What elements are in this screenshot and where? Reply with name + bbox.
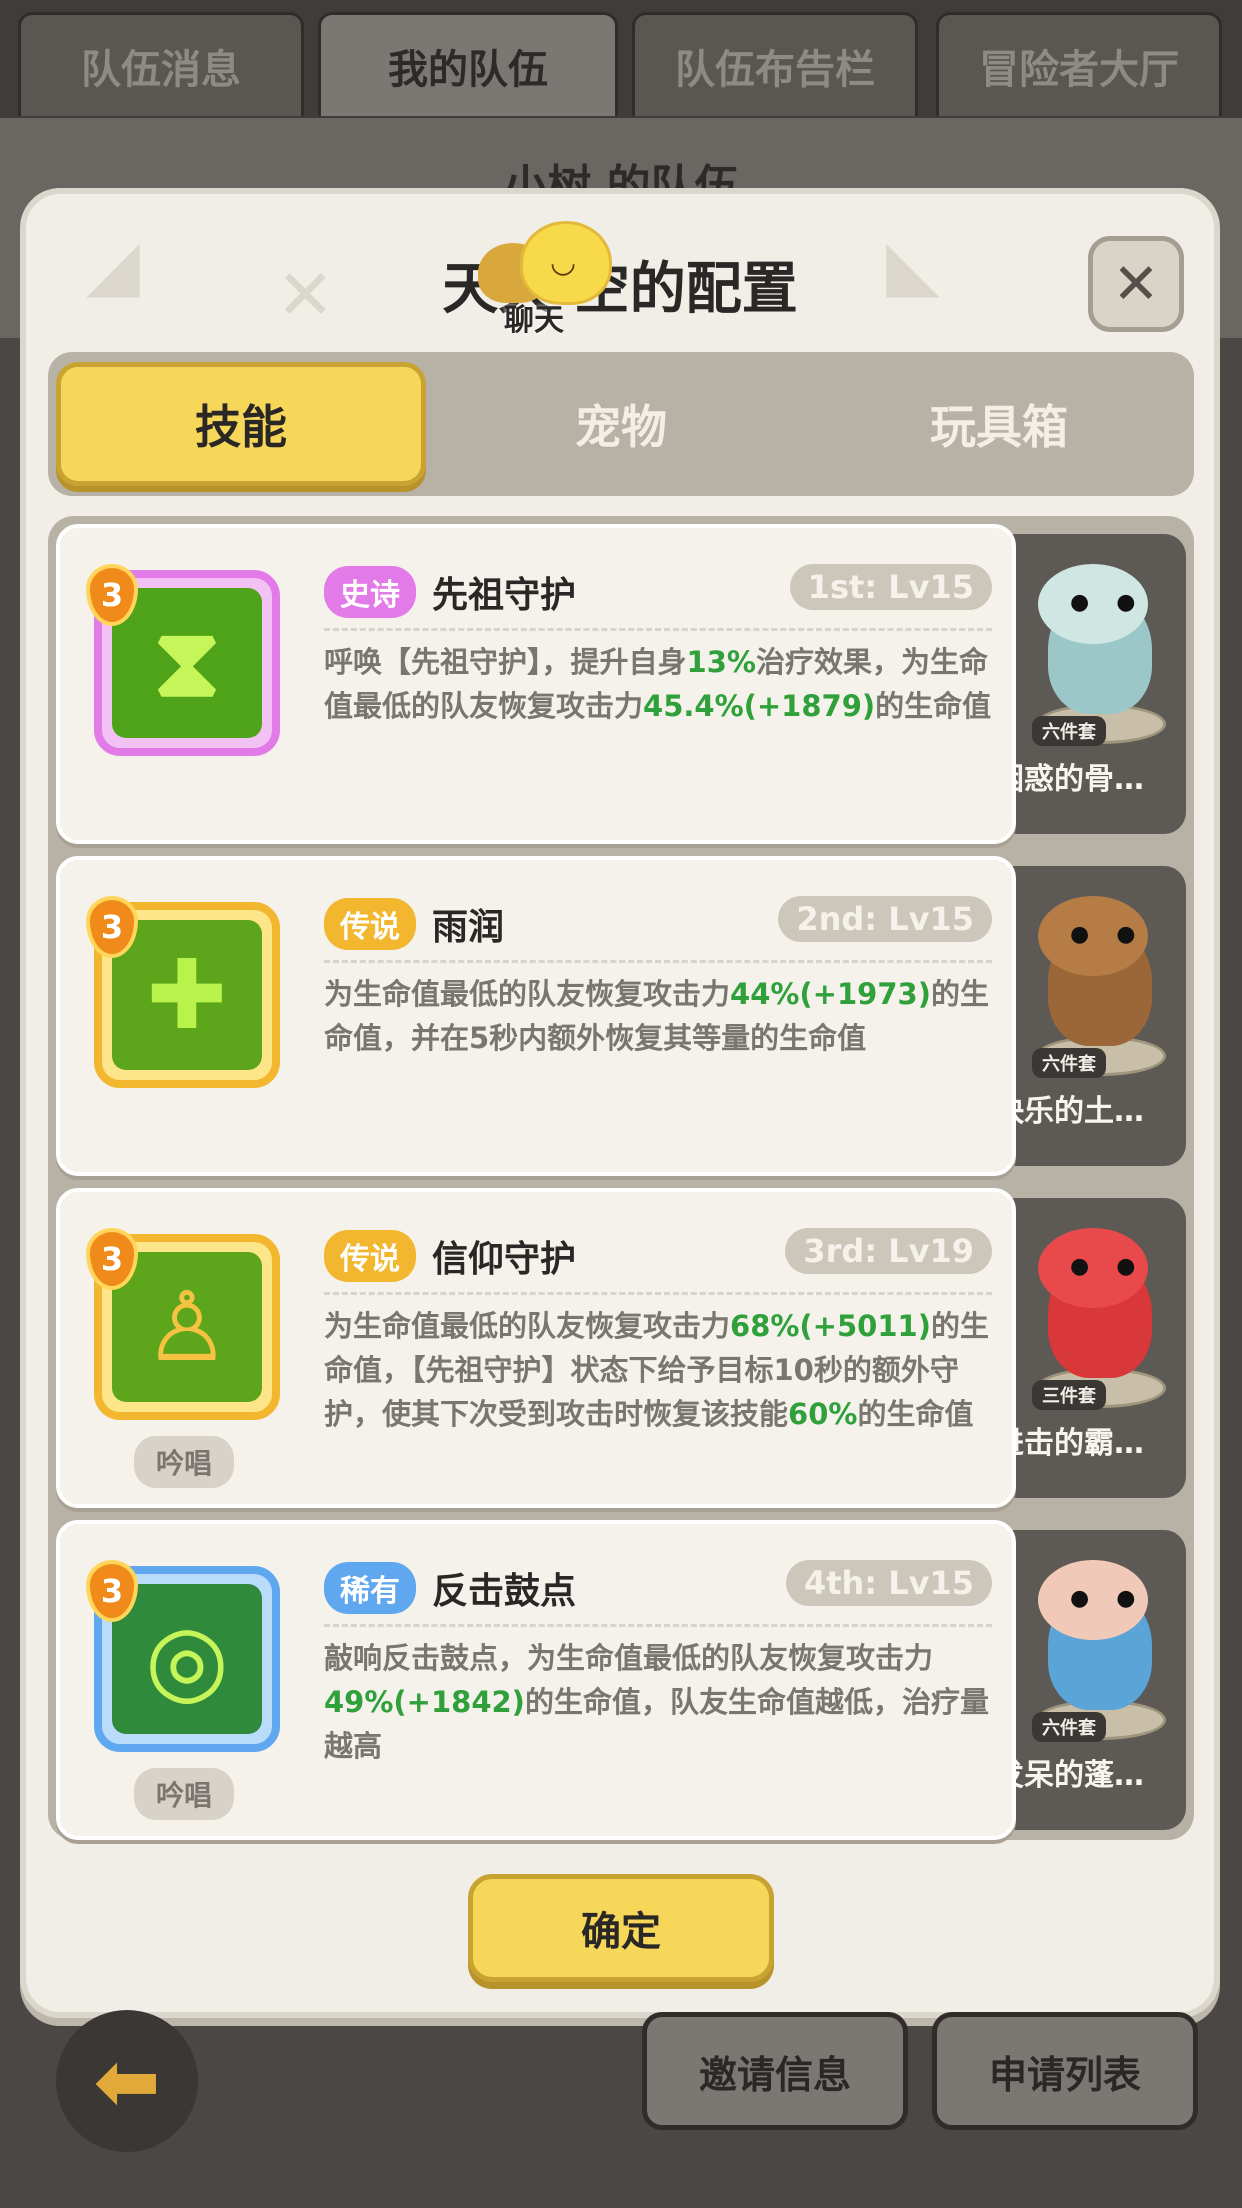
rarity-badge: 稀有	[324, 1562, 416, 1614]
back-arrow-icon: ⬅	[93, 2034, 161, 2128]
pet-eyes: ● ●	[1070, 1254, 1146, 1279]
pet-set-badge: 六件套	[1032, 716, 1106, 746]
tab-pets[interactable]: 宠物	[436, 362, 806, 486]
skill-name: 反击鼓点	[432, 1571, 577, 1612]
skill-row: ● ● 六件套 困惑的骨… ⧗ 3 史诗 先祖守护 1st: Lv15 呼唤【先…	[56, 524, 1186, 844]
back-button[interactable]: ⬅	[56, 2010, 198, 2152]
pet-name: 困惑的骨…	[994, 762, 1144, 797]
skill-description: 敲响反击鼓点，为生命值最低的队友恢复攻击力49%(+1842)的生命值，队友生命…	[324, 1641, 989, 1763]
pet-eyes: ● ●	[1070, 1586, 1146, 1611]
skill-row: ● ● 六件套 快乐的土… ✚ 3 传说 雨润 2nd: Lv15 为生命值最低…	[56, 856, 1186, 1176]
skill-list[interactable]: ● ● 六件套 困惑的骨… ⧗ 3 史诗 先祖守护 1st: Lv15 呼唤【先…	[48, 516, 1194, 1840]
top-tab-bar: 队伍消息 我的队伍 队伍布告栏 冒险者大厅	[0, 0, 1242, 118]
pet-eyes: ● ●	[1070, 922, 1146, 947]
tab-skills[interactable]: 技能	[56, 362, 426, 486]
chant-tag: 吟唱	[134, 1768, 235, 1820]
pet-slot[interactable]: ● ● 六件套 快乐的土…	[986, 866, 1186, 1166]
skill-name: 雨润	[432, 907, 505, 948]
skill-description: 为生命值最低的队友恢复攻击力44%(+1973)的生命值，并在5秒内额外恢复其等…	[324, 977, 989, 1055]
pet-name: 进击的霸…	[994, 1426, 1144, 1461]
divider	[324, 1292, 992, 1295]
skill-rank: 1st: Lv15	[789, 564, 992, 610]
divider	[324, 960, 992, 963]
rarity-badge: 传说	[324, 898, 416, 950]
pet-eyes: ● ●	[1070, 590, 1146, 615]
rarity-badge: 传说	[324, 1230, 416, 1282]
tab-team-board[interactable]: 队伍布告栏	[632, 12, 918, 116]
pet-name: 发呆的蓬…	[994, 1758, 1144, 1793]
skill-description: 为生命值最低的队友恢复攻击力68%(+5011)的生命值，【先祖守护】状态下给予…	[324, 1309, 989, 1431]
tab-toybox[interactable]: 玩具箱	[814, 362, 1184, 486]
skill-card[interactable]: ✚ 3 传说 雨润 2nd: Lv15 为生命值最低的队友恢复攻击力44%(+1…	[56, 856, 1016, 1176]
chant-tag: 吟唱	[134, 1436, 235, 1488]
drum-beat-icon: ◎	[112, 1584, 262, 1734]
category-tab-bar: 技能 宠物 玩具箱	[48, 352, 1194, 496]
pet-figure-dragon: ● ●	[1008, 554, 1166, 744]
pet-figure-monkey: ● ●	[1008, 886, 1166, 1076]
heal-cross-icon: ✚	[112, 920, 262, 1070]
divider	[324, 1624, 992, 1627]
skill-row: ● ● 三件套 进击的霸… ♙ 3 吟唱 传说 信仰守护 3rd: Lv19 为…	[56, 1188, 1186, 1508]
pet-name: 快乐的土…	[994, 1094, 1144, 1129]
faith-guard-icon: ♙	[112, 1252, 262, 1402]
tab-my-team[interactable]: 我的队伍	[318, 12, 618, 116]
skill-card[interactable]: ◎ 3 吟唱 稀有 反击鼓点 4th: Lv15 敲响反击鼓点，为生命值最低的队…	[56, 1520, 1016, 1840]
pet-figure-red-dino: ● ●	[1008, 1218, 1166, 1408]
close-icon: ✕	[1112, 251, 1160, 317]
skill-rank: 3rd: Lv19	[785, 1228, 992, 1274]
skill-rank: 2nd: Lv15	[778, 896, 992, 942]
tab-team-messages[interactable]: 队伍消息	[18, 12, 304, 116]
pet-slot[interactable]: ● ● 六件套 困惑的骨…	[986, 534, 1186, 834]
pet-slot[interactable]: ● ● 三件套 进击的霸…	[986, 1198, 1186, 1498]
skill-row: ● ● 六件套 发呆的蓬… ◎ 3 吟唱 稀有 反击鼓点 4th: Lv15 敲…	[56, 1520, 1186, 1840]
chat-button[interactable]: ◡ 聊天	[478, 215, 638, 338]
skill-rank: 4th: Lv15	[785, 1560, 992, 1606]
skill-card[interactable]: ♙ 3 吟唱 传说 信仰守护 3rd: Lv19 为生命值最低的队友恢复攻击力6…	[56, 1188, 1016, 1508]
divider	[324, 628, 992, 631]
close-button[interactable]: ✕	[1088, 236, 1184, 332]
rarity-badge: 史诗	[324, 566, 416, 618]
smile-icon: ◡	[550, 245, 577, 280]
pet-slot[interactable]: ● ● 六件套 发呆的蓬…	[986, 1530, 1186, 1830]
invite-info-button[interactable]: 邀请信息	[642, 2012, 908, 2130]
skill-description: 呼唤【先祖守护】，提升自身13%治疗效果，为生命值最低的队友恢复攻击力45.4%…	[324, 645, 992, 723]
pet-set-badge: 三件套	[1032, 1380, 1106, 1410]
chat-label: 聊天	[504, 303, 564, 338]
skill-name: 先祖守护	[432, 575, 577, 616]
pet-set-badge: 六件套	[1032, 1048, 1106, 1078]
confirm-button[interactable]: 确定	[468, 1874, 774, 1982]
application-list-button[interactable]: 申请列表	[932, 2012, 1198, 2130]
ancestor-guard-icon: ⧗	[112, 588, 262, 738]
pet-set-badge: 六件套	[1032, 1712, 1106, 1742]
pet-figure-sheep: ● ●	[1008, 1550, 1166, 1740]
skill-card[interactable]: ⧗ 3 史诗 先祖守护 1st: Lv15 呼唤【先祖守护】，提升自身13%治疗…	[56, 524, 1016, 844]
tab-adventurer-hall[interactable]: 冒险者大厅	[936, 12, 1222, 116]
skill-name: 信仰守护	[432, 1239, 577, 1280]
